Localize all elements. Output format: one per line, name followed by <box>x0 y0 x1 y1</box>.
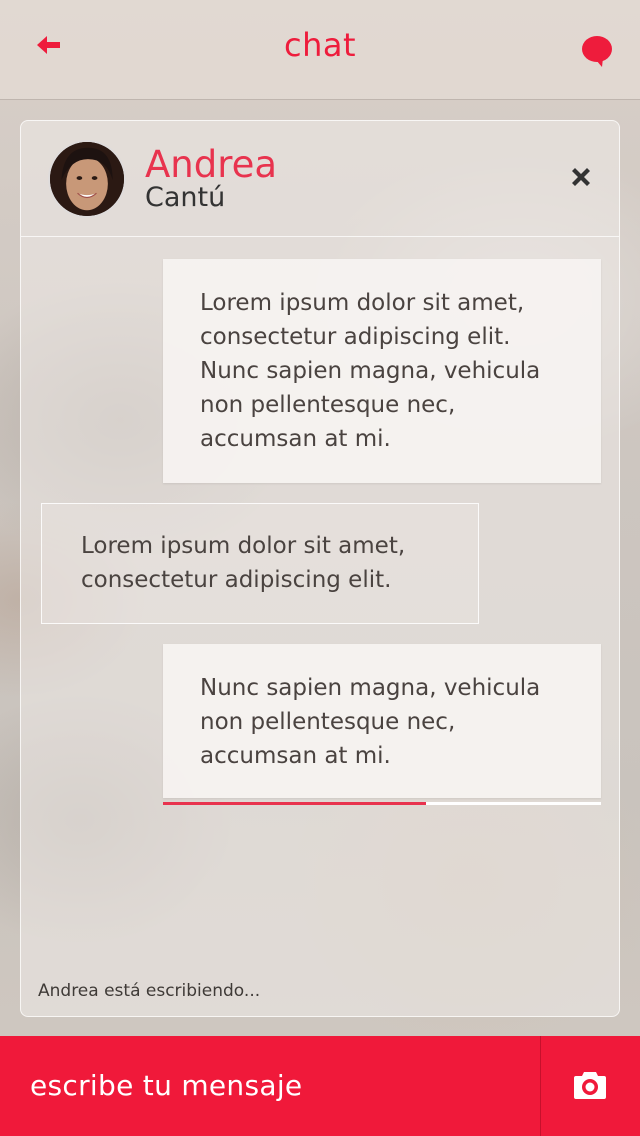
page-title: chat <box>283 26 357 64</box>
outgoing-message: Lorem ipsum dolor sit amet, consectetur … <box>163 259 601 483</box>
speech-bubble-icon[interactable] <box>580 34 614 68</box>
outgoing-message: Nunc sapien magna, vehicula non pellente… <box>163 644 601 798</box>
send-progress-fill <box>163 802 426 805</box>
avatar <box>48 140 126 218</box>
top-bar: chat <box>0 0 640 100</box>
contact-header: Andrea Cantú <box>21 121 619 237</box>
send-progress-bar <box>163 802 601 805</box>
contact-last-name: Cantú <box>145 182 226 213</box>
camera-icon <box>574 1072 606 1099</box>
close-icon[interactable] <box>569 165 593 189</box>
chat-panel: Andrea Cantú Lorem ipsum dolor sit amet,… <box>20 120 620 1017</box>
typing-indicator: Andrea está escribiendo... <box>38 981 261 1001</box>
message-composer: escribe tu mensaje <box>0 1036 640 1136</box>
incoming-message: Lorem ipsum dolor sit amet, consectetur … <box>41 503 479 624</box>
camera-button[interactable] <box>541 1036 640 1136</box>
message-input[interactable]: escribe tu mensaje <box>30 1069 302 1102</box>
